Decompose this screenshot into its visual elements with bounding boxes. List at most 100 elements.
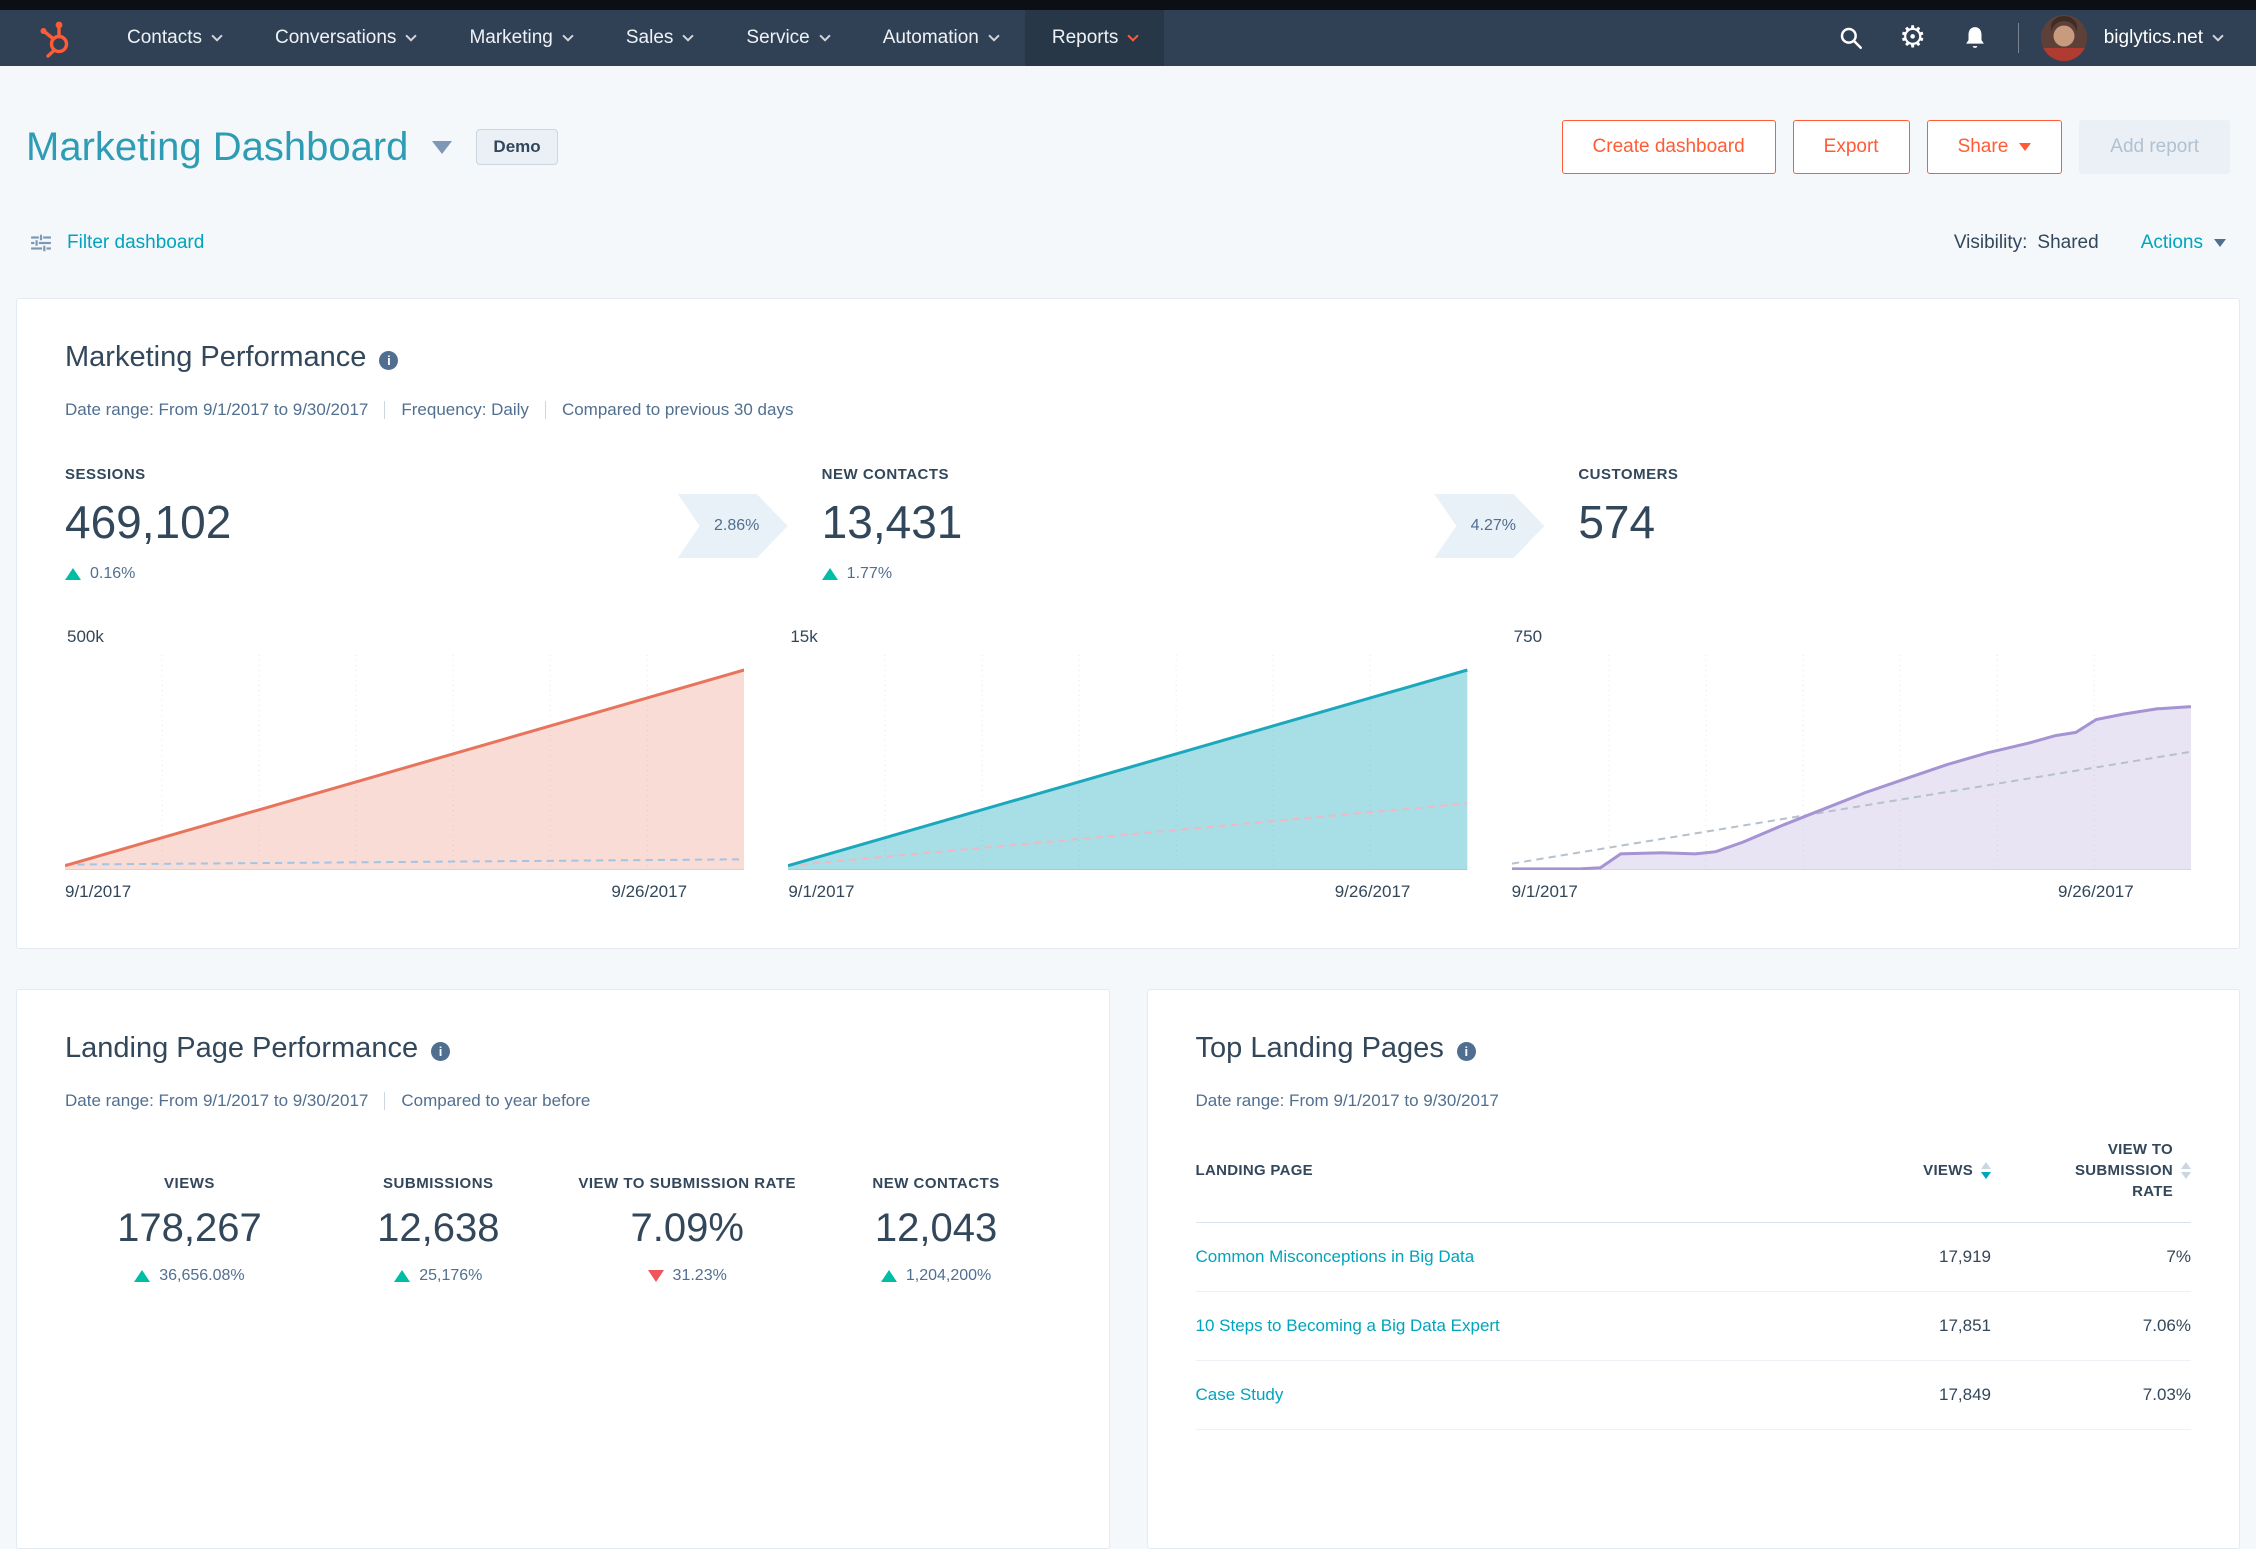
chevron-down-icon — [819, 30, 830, 41]
rate-value: 7% — [1991, 1247, 2191, 1267]
card-title-row: Marketing Performance — [65, 341, 2191, 374]
sort-arrows-icon — [2181, 1162, 2191, 1179]
export-button[interactable]: Export — [1793, 120, 1910, 174]
info-icon[interactable] — [431, 1042, 450, 1061]
metric-value: 12,638 — [314, 1206, 563, 1251]
dashboard-selector-caret-icon[interactable] — [432, 141, 452, 154]
metric-sessions: SESSIONS469,1020.16% — [65, 466, 678, 583]
column-header-views[interactable]: VIEWS — [1821, 1160, 1991, 1181]
nav-item-conversations[interactable]: Conversations — [248, 10, 442, 66]
delta-up: 0.16% — [65, 565, 678, 583]
avatar[interactable] — [2041, 15, 2087, 61]
rate-value: 7.06% — [1991, 1316, 2191, 1336]
dashboard-toolbar: Filter dashboard Visibility: Shared Acti… — [30, 232, 2226, 254]
meta-text: Compared to year before — [401, 1091, 590, 1111]
up-triangle-icon — [881, 1270, 897, 1282]
area-chart-sessions — [65, 655, 744, 870]
delta-up: 1.77% — [822, 565, 1435, 583]
create-dashboard-button[interactable]: Create dashboard — [1562, 120, 1776, 174]
info-icon[interactable] — [1457, 1042, 1476, 1061]
create-dashboard-label: Create dashboard — [1593, 136, 1745, 158]
column-header-view-to-submission-rate[interactable]: VIEW TO SUBMISSION RATE — [1991, 1139, 2191, 1202]
search-icon[interactable] — [1820, 10, 1882, 66]
dashboard-page: Marketing Dashboard Demo Create dashboar… — [0, 120, 2256, 1549]
account-name: biglytics.net — [2104, 27, 2203, 49]
nav-divider — [2018, 23, 2019, 53]
metric-value: 12,043 — [812, 1206, 1061, 1251]
rate-value: 7.03% — [1991, 1385, 2191, 1405]
nav-item-service[interactable]: Service — [719, 10, 855, 66]
table-row: 10 Steps to Becoming a Big Data Expert17… — [1196, 1292, 2192, 1361]
nav-right-icons: biglytics.net — [1820, 10, 2222, 66]
delta-value: 36,656.08% — [159, 1267, 244, 1285]
metric-views: VIEWS178,26736,656.08% — [65, 1175, 314, 1285]
metrics-row: VIEWS178,26736,656.08%SUBMISSIONS12,6382… — [65, 1175, 1061, 1285]
delta-down: 31.23% — [563, 1267, 812, 1285]
chart-new-contacts: 15k9/1/20179/26/2017 — [788, 627, 1467, 906]
sort-arrows-icon — [1981, 1162, 1991, 1179]
x-tick-label: 9/26/2017 — [2058, 882, 2134, 902]
nav-item-marketing[interactable]: Marketing — [442, 10, 598, 66]
nav-item-automation[interactable]: Automation — [856, 10, 1025, 66]
metric-label: SESSIONS — [65, 466, 678, 483]
actions-label: Actions — [2141, 232, 2203, 254]
card-title: Marketing Performance — [65, 341, 366, 374]
add-report-button[interactable]: Add report — [2079, 120, 2230, 174]
table-body: Common Misconceptions in Big Data17,9197… — [1196, 1223, 2192, 1430]
metric-value: 13,431 — [822, 495, 1435, 549]
conversion-rate-chip: 4.27% — [1434, 494, 1544, 558]
delta-up: 25,176% — [314, 1267, 563, 1285]
share-button[interactable]: Share — [1927, 120, 2063, 174]
info-icon[interactable] — [379, 351, 398, 370]
settings-gear-icon[interactable] — [1882, 10, 1944, 66]
sort-desc-icon — [1981, 1172, 1991, 1179]
meta-divider — [384, 1092, 385, 1110]
hubspot-logo-icon[interactable] — [34, 18, 74, 58]
card-title-row: Top Landing Pages — [1196, 1032, 2192, 1065]
account-menu[interactable]: biglytics.net — [2104, 27, 2222, 49]
nav-item-label: Sales — [626, 27, 674, 49]
page-title: Marketing Dashboard — [26, 125, 408, 170]
area-chart-customers — [1512, 655, 2191, 870]
nav-item-reports[interactable]: Reports — [1025, 10, 1165, 66]
landing-page-link[interactable]: Common Misconceptions in Big Data — [1196, 1247, 1822, 1267]
chevron-down-icon — [683, 30, 694, 41]
marketing-performance-card: Marketing Performance Date range: From 9… — [16, 298, 2240, 949]
notifications-bell-icon[interactable] — [1944, 10, 2006, 66]
landing-page-link[interactable]: 10 Steps to Becoming a Big Data Expert — [1196, 1316, 1822, 1336]
metric-value: 178,267 — [65, 1206, 314, 1251]
landing-page-performance-card: Landing Page Performance Date range: Fro… — [16, 989, 1110, 1549]
nav-item-sales[interactable]: Sales — [599, 10, 720, 66]
chevron-down-icon — [211, 30, 222, 41]
cards-area: Marketing Performance Date range: From 9… — [16, 298, 2240, 1549]
x-tick-label: 9/26/2017 — [1335, 882, 1411, 902]
landing-page-link[interactable]: Case Study — [1196, 1385, 1822, 1405]
filter-dashboard-label: Filter dashboard — [67, 232, 204, 254]
metric-new-contacts: NEW CONTACTS12,0431,204,200% — [812, 1175, 1061, 1285]
toolbar-right: Visibility: Shared Actions — [1954, 232, 2226, 254]
filter-dashboard-link[interactable]: Filter dashboard — [30, 232, 204, 254]
top-strip — [0, 0, 2256, 10]
add-report-label: Add report — [2110, 136, 2199, 158]
card-title-row: Landing Page Performance — [65, 1032, 1061, 1065]
meta-text: Date range: From 9/1/2017 to 9/30/2017 — [1196, 1091, 1499, 1111]
nav-menu: ContactsConversationsMarketing Sales Servi… — [100, 10, 1164, 66]
chevron-down-icon — [988, 30, 999, 41]
table-row: Common Misconceptions in Big Data17,9197… — [1196, 1223, 2192, 1292]
header-actions: Create dashboard Export Share Add report — [1562, 120, 2230, 174]
x-axis-labels: 9/1/20179/26/2017 — [65, 882, 744, 906]
metric-label: SUBMISSIONS — [314, 1175, 563, 1192]
actions-menu[interactable]: Actions — [2141, 232, 2226, 254]
metric-new-contacts: NEW CONTACTS13,4311.77% — [822, 466, 1435, 583]
down-triangle-icon — [648, 1270, 664, 1282]
delta-up: 1,204,200% — [812, 1267, 1061, 1285]
sort-asc-icon — [1981, 1162, 1991, 1169]
report-meta: Date range: From 9/1/2017 to 9/30/2017Co… — [65, 1091, 1061, 1111]
column-header-landing-page: LANDING PAGE — [1196, 1162, 1822, 1179]
cards-row: Landing Page Performance Date range: Fro… — [16, 989, 2240, 1549]
x-axis-labels: 9/1/20179/26/2017 — [788, 882, 1467, 906]
card-title: Top Landing Pages — [1196, 1032, 1444, 1065]
chevron-down-icon — [2019, 143, 2031, 151]
metric-customers: CUSTOMERS574 — [1578, 466, 2191, 583]
nav-item-contacts[interactable]: Contacts — [100, 10, 248, 66]
